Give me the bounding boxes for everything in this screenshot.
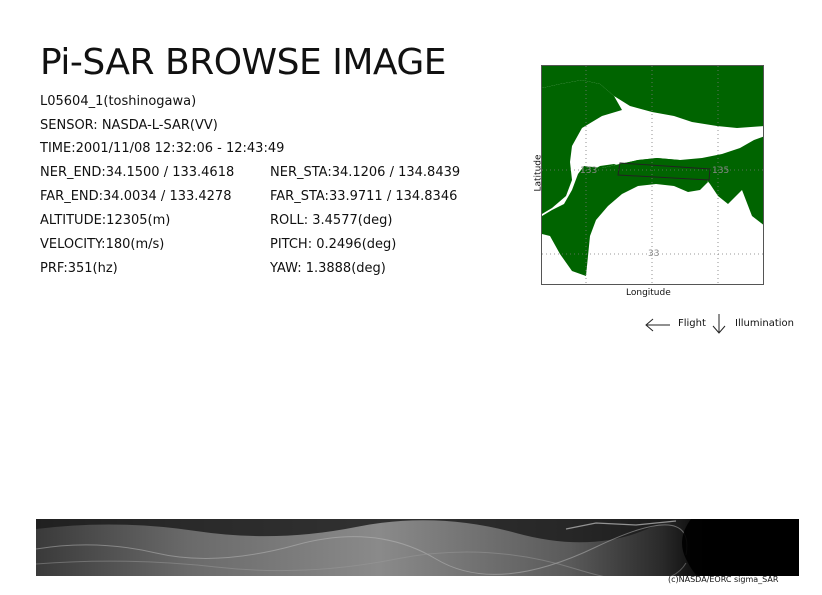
ner-sta-text: NER_STA:34.1206 / 134.8439 [270,165,461,180]
roll-text: ROLL: 3.4577(deg) [270,213,393,228]
grid-label-lat: 33 [648,249,659,259]
flight-arrow-icon [645,318,670,332]
time-text: TIME:2001/11/08 12:32:06 - 12:43:49 [40,141,285,156]
map-y-axis-label: Latitude [533,154,544,192]
map-svg: 133 135 33 [542,66,763,284]
sar-strip-image [35,519,799,583]
grid-label-lon-right: 135 [712,166,729,176]
map-x-axis-label: Longitude [626,288,671,298]
scene-id: L05604_1(toshinogawa) [40,94,197,109]
illumination-legend-label: Illumination [735,318,794,329]
flight-legend-label: Flight [678,318,706,329]
pitch-text: PITCH: 0.2496(deg) [270,237,397,252]
prf-text: PRF:351(hz) [40,261,118,276]
location-map: 133 135 33 [541,65,764,285]
ner-end-text: NER_END:34.1500 / 133.4618 [40,165,235,180]
illumination-arrow-icon [712,314,726,334]
page-title: Pi-SAR BROWSE IMAGE [40,42,447,83]
sar-browse-strip [35,519,799,583]
altitude-text: ALTITUDE:12305(m) [40,213,171,228]
yaw-text: YAW: 1.3888(deg) [270,261,386,276]
velocity-text: VELOCITY:180(m/s) [40,237,165,252]
sensor-text: SENSOR: NASDA-L-SAR(VV) [40,118,218,133]
far-end-text: FAR_END:34.0034 / 133.4278 [40,189,232,204]
far-sta-text: FAR_STA:33.9711 / 134.8346 [270,189,458,204]
copyright-text: (c)NASDA/EORC sigma_SAR [668,575,779,584]
grid-label-lon-left: 133 [580,166,597,176]
